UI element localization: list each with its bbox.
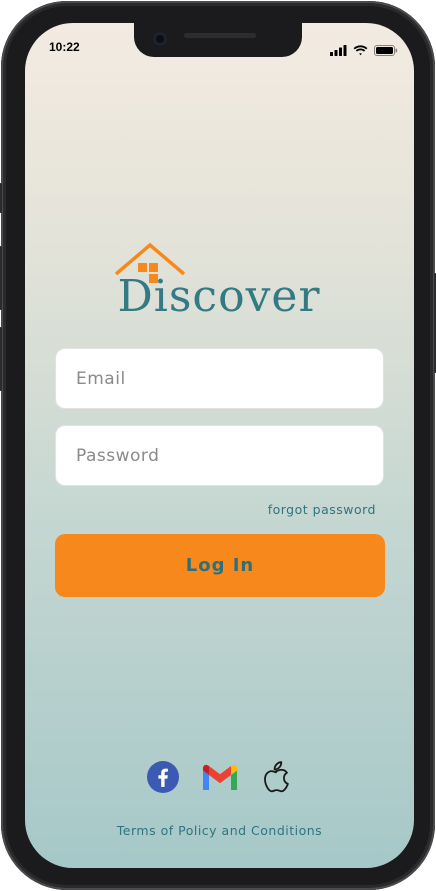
login-screen: 10:22 Discover Email forgot password Log… [25,23,414,868]
login-button[interactable]: Log In [55,534,385,597]
wifi-icon [353,41,368,60]
phone-frame: 10:22 Discover Email forgot password Log… [0,1,436,890]
apple-icon[interactable] [261,760,291,794]
email-field-container [55,348,384,409]
silent-switch [0,183,2,213]
password-field-container [55,425,384,486]
status-icons [330,41,398,60]
terms-link[interactable]: Terms of Policy and Conditions [25,823,414,838]
gmail-icon[interactable] [201,762,239,792]
password-input[interactable] [56,426,383,485]
forgot-password-link[interactable]: forgot password [268,502,376,517]
app-logo: Discover [114,241,324,322]
volume-up-button [0,246,2,310]
logo-text: Discover [117,271,321,322]
front-camera [153,32,167,46]
speaker-grille [184,33,256,38]
facebook-icon[interactable] [147,761,179,793]
status-time: 10:22 [49,40,80,54]
volume-down-button [0,327,2,391]
social-login-row [147,760,291,794]
battery-icon [374,41,398,60]
signal-icon [330,41,347,60]
email-input[interactable] [56,349,383,408]
